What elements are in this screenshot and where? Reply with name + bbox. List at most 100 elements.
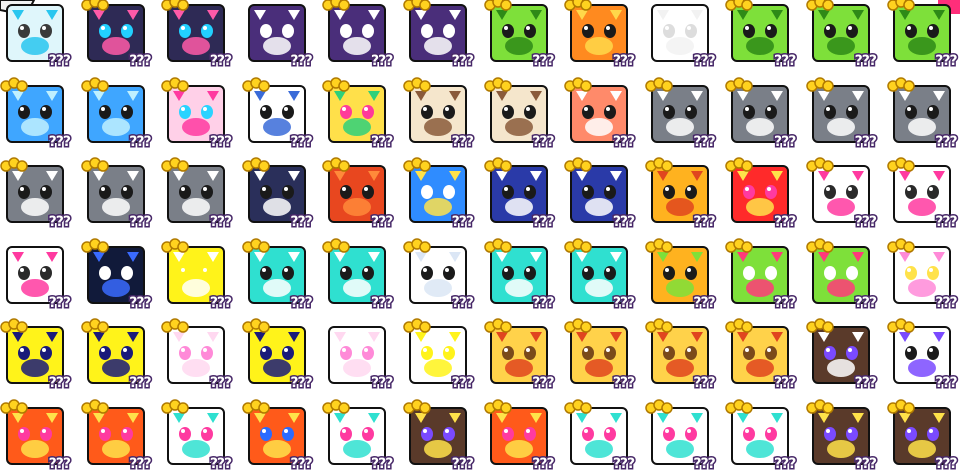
pet-tile[interactable]: ???: [6, 4, 73, 70]
pet-tile[interactable]: ???: [403, 318, 476, 392]
pet-tile[interactable]: ???: [80, 398, 153, 472]
pet-tile[interactable]: ???: [564, 76, 637, 150]
pet-tile[interactable]: ???: [483, 237, 556, 311]
pet-tile[interactable]: ???: [645, 237, 717, 311]
pet-tile[interactable]: ???: [806, 0, 879, 70]
unknown-pet-label: ???: [128, 133, 153, 150]
pet-tile[interactable]: ???: [886, 318, 959, 392]
pet-tile[interactable]: ???: [886, 398, 959, 472]
pet-tile[interactable]: ???: [242, 398, 314, 472]
unknown-pet-label: ???: [369, 375, 394, 392]
pet-tile[interactable]: ???: [0, 157, 73, 231]
pet-tile[interactable]: ???: [161, 157, 234, 231]
rarity-stars-icon: [564, 237, 592, 253]
pet-tile[interactable]: ???: [886, 76, 959, 150]
pet-tile[interactable]: ???: [247, 4, 314, 70]
unknown-pet-label: ???: [289, 294, 314, 311]
pet-tile[interactable]: ???: [0, 318, 73, 392]
pet-tile[interactable]: ???: [161, 76, 234, 150]
rarity-stars-icon: [483, 76, 512, 92]
pet-tile[interactable]: ???: [645, 398, 717, 472]
pet-tile[interactable]: ???: [322, 237, 395, 311]
pet-face-icon: [173, 171, 220, 216]
pet-tile[interactable]: ???: [161, 398, 234, 472]
pet-tile[interactable]: ???: [328, 326, 395, 392]
pet-tile[interactable]: ???: [725, 76, 798, 150]
pet-face-icon: [737, 10, 784, 55]
pet-tile[interactable]: ???: [564, 0, 637, 70]
pet-tile[interactable]: ???: [725, 157, 798, 231]
pet-tile[interactable]: ???: [564, 157, 637, 231]
pet-tile[interactable]: ???: [886, 0, 959, 70]
pet-tile[interactable]: ???: [483, 398, 556, 472]
rarity-stars-icon: [403, 157, 431, 172]
pet-tile[interactable]: ???: [564, 398, 637, 472]
pet-tile[interactable]: ???: [161, 237, 234, 311]
pet-tile[interactable]: ???: [645, 76, 717, 150]
rarity-stars-icon: [80, 0, 109, 11]
pet-tile[interactable]: ???: [645, 157, 717, 231]
pet-tile[interactable]: ???: [161, 318, 234, 392]
pet-tile[interactable]: ???: [650, 4, 717, 70]
pet-face-icon: [92, 171, 139, 216]
pet-tile[interactable]: ???: [806, 318, 879, 392]
rarity-stars-icon: [161, 0, 189, 11]
pet-tile[interactable]: ???: [403, 237, 476, 311]
pet-tile[interactable]: ???: [80, 157, 153, 231]
pet-tile[interactable]: ???: [403, 76, 476, 150]
pet-tile[interactable]: ???: [403, 398, 476, 472]
rarity-stars-icon: [483, 157, 512, 172]
unknown-pet-label: ???: [208, 53, 233, 70]
pet-tile[interactable]: ???: [6, 245, 73, 311]
pet-tile[interactable]: ???: [80, 318, 153, 392]
rarity-stars-icon: [645, 237, 673, 253]
unknown-pet-label: ???: [47, 53, 72, 70]
pet-tile[interactable]: ???: [564, 237, 637, 311]
unknown-pet-label: ???: [772, 214, 797, 231]
pet-tile[interactable]: ???: [403, 0, 476, 70]
unknown-pet-label: ???: [611, 375, 636, 392]
pet-face-icon: [253, 251, 300, 297]
pet-tile[interactable]: ???: [483, 157, 556, 231]
pet-tile[interactable]: ???: [0, 398, 73, 472]
pet-tile[interactable]: ???: [806, 76, 879, 150]
pet-tile[interactable]: ???: [242, 237, 314, 311]
pet-tile[interactable]: ???: [725, 0, 798, 70]
rarity-stars-icon: [403, 237, 431, 253]
unknown-pet-label: ???: [128, 455, 153, 472]
unknown-pet-label: ???: [934, 455, 959, 472]
rarity-stars-icon: [403, 398, 431, 414]
rarity-stars-icon: [725, 237, 754, 253]
pet-tile[interactable]: ???: [161, 0, 234, 70]
pet-tile[interactable]: ???: [80, 76, 153, 150]
pet-tile[interactable]: ???: [242, 318, 314, 392]
rarity-stars-icon: [645, 398, 673, 414]
pet-tile[interactable]: ???: [886, 237, 959, 311]
pet-tile[interactable]: ???: [645, 318, 717, 392]
pet-tile[interactable]: ???: [806, 398, 879, 472]
pet-tile[interactable]: ???: [725, 237, 798, 311]
pet-tile[interactable]: ???: [806, 157, 879, 231]
pet-tile[interactable]: ???: [483, 318, 556, 392]
pet-collection-grid: ????????????????????????????????????????…: [0, 0, 960, 475]
pet-tile[interactable]: ???: [564, 318, 637, 392]
pet-tile[interactable]: ???: [725, 318, 798, 392]
pet-tile[interactable]: ???: [80, 237, 153, 311]
rarity-stars-icon: [645, 318, 673, 333]
unknown-pet-label: ???: [369, 133, 394, 150]
pet-tile[interactable]: ???: [403, 157, 476, 231]
pet-tile[interactable]: ???: [0, 76, 73, 150]
pet-tile[interactable]: ???: [322, 76, 395, 150]
pet-tile[interactable]: ???: [725, 398, 798, 472]
pet-tile[interactable]: ???: [242, 76, 314, 150]
pet-tile[interactable]: ???: [886, 157, 959, 231]
pet-tile[interactable]: ???: [322, 157, 395, 231]
pet-tile[interactable]: ???: [322, 398, 395, 472]
pet-tile[interactable]: ???: [80, 0, 153, 70]
rarity-stars-icon: [564, 0, 592, 11]
pet-tile[interactable]: ???: [322, 0, 395, 70]
pet-tile[interactable]: ???: [242, 157, 314, 231]
pet-tile[interactable]: ???: [483, 0, 556, 70]
pet-tile[interactable]: ???: [806, 237, 879, 311]
pet-tile[interactable]: ???: [483, 76, 556, 150]
